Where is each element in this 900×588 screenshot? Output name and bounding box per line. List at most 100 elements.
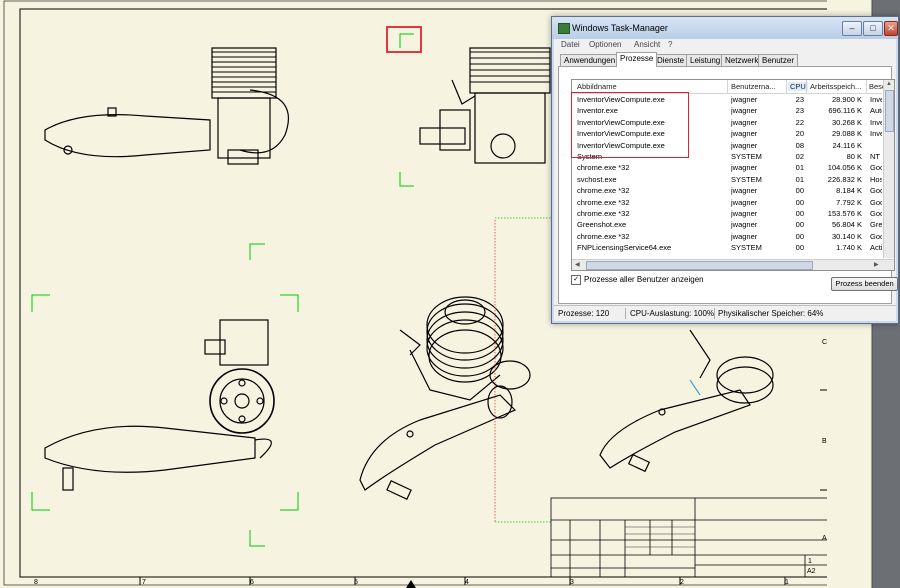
horizontal-scroll-thumb[interactable] xyxy=(586,261,813,270)
task-manager-app-icon xyxy=(558,23,570,34)
process-memory: 1.740 K xyxy=(836,243,862,253)
process-description: Goo xyxy=(870,186,882,196)
process-image-name: chrome.exe *32 xyxy=(577,163,630,173)
vertical-scrollbar[interactable]: ▲ xyxy=(883,80,894,258)
process-user: jwagner xyxy=(731,231,758,241)
process-memory: 8.184 K xyxy=(836,186,862,196)
horizontal-scrollbar[interactable]: ◀ ▶ xyxy=(572,259,894,270)
process-description: Goo xyxy=(870,197,882,207)
col-label: 4 xyxy=(465,579,469,586)
process-user: SYSTEM xyxy=(731,243,762,253)
column-image-name[interactable]: Abbildname xyxy=(577,82,617,91)
process-image-name: chrome.exe *32 xyxy=(577,231,630,241)
column-user-name[interactable]: Benutzerna... xyxy=(731,82,776,91)
col-label: 6 xyxy=(250,579,254,586)
column-working-set[interactable]: Arbeitsspeich... xyxy=(810,82,861,91)
process-cpu: 08 xyxy=(795,140,804,150)
process-user: jwagner xyxy=(731,95,758,104)
col-label: 1 xyxy=(785,579,789,586)
process-cpu: 00 xyxy=(795,220,804,230)
process-memory: 696.116 K xyxy=(828,106,862,116)
process-description: Inve xyxy=(870,129,882,139)
process-row[interactable]: FNPLicensingService64.exe SYSTEM 00 1.740 K… xyxy=(572,242,882,253)
col-label: 7 xyxy=(142,579,146,586)
end-process-button[interactable]: Prozess beenden xyxy=(831,277,898,291)
title-block-sheet-size: A2 xyxy=(807,568,816,575)
menu-help[interactable]: ? xyxy=(668,40,672,49)
process-image-name: svchost.exe xyxy=(577,174,617,184)
col-label: 5 xyxy=(354,579,358,586)
process-row[interactable]: svchost.exe SYSTEM 01 226.832 K Hos xyxy=(572,174,882,185)
title-block-sheet-number: 1 xyxy=(808,558,812,565)
process-cpu: 00 xyxy=(795,186,804,196)
process-cpu: 00 xyxy=(795,231,804,241)
process-row[interactable]: chrome.exe *32 jwagner 00 7.792 K Goo xyxy=(572,197,882,208)
status-bar: Prozesse: 120 CPU-Auslastung: 100% Physi… xyxy=(554,305,896,321)
status-process-count: Prozesse: 120 xyxy=(558,309,610,318)
process-row[interactable]: chrome.exe *32 jwagner 00 153.576 K Goo xyxy=(572,208,882,219)
process-image-name: Greenshot.exe xyxy=(577,220,627,230)
process-description: Acti xyxy=(870,243,882,253)
menu-file[interactable]: Datei xyxy=(561,40,580,49)
maximize-icon[interactable]: □ xyxy=(863,21,883,36)
process-user: jwagner xyxy=(731,186,758,196)
minimize-icon[interactable]: – xyxy=(842,21,862,36)
scroll-left-icon[interactable]: ◀ xyxy=(575,261,580,268)
process-memory: 30.140 K xyxy=(831,231,862,241)
status-cpu-usage: CPU-Auslastung: 100% xyxy=(630,309,715,318)
title-bar[interactable]: Windows Task-Manager – □ ✕ xyxy=(552,17,898,39)
process-description: Goo xyxy=(870,231,882,241)
process-user: jwagner xyxy=(731,163,758,173)
vertical-scroll-thumb[interactable] xyxy=(885,90,894,132)
scroll-up-icon[interactable]: ▲ xyxy=(886,81,892,87)
process-description: Auto xyxy=(870,106,882,116)
window-title: Windows Task-Manager xyxy=(572,23,668,33)
process-cpu: 00 xyxy=(795,209,804,218)
process-memory: 28.900 K xyxy=(831,95,862,104)
process-memory: 153.576 K xyxy=(827,209,862,218)
process-description: Inve xyxy=(870,95,882,104)
process-memory: 24.116 K xyxy=(832,140,862,150)
process-memory: 7.792 K xyxy=(836,197,862,207)
column-cpu[interactable]: CPU xyxy=(788,82,808,91)
process-description: Hos xyxy=(870,174,882,184)
process-cpu: 20 xyxy=(795,129,804,139)
tab-processes[interactable]: Prozesse xyxy=(616,52,658,67)
process-memory: 104.056 K xyxy=(827,163,862,173)
process-user: jwagner xyxy=(731,197,758,207)
process-row[interactable]: chrome.exe *32 jwagner 00 8.184 K Goo xyxy=(572,185,882,196)
process-user: jwagner xyxy=(731,106,758,116)
task-manager-body: Anwendungen Prozesse Dienste Leistung Ne… xyxy=(554,51,898,305)
process-image-name: chrome.exe *32 xyxy=(577,197,630,207)
process-highlight-box xyxy=(571,92,689,158)
close-icon[interactable]: ✕ xyxy=(884,21,898,36)
process-memory: 56.804 K xyxy=(831,220,862,230)
process-user: jwagner xyxy=(731,140,758,150)
menu-options[interactable]: Optionen xyxy=(589,40,621,49)
process-row[interactable]: chrome.exe *32 jwagner 00 30.140 K Goo xyxy=(572,231,882,242)
process-description: Inve xyxy=(870,117,882,127)
process-row[interactable]: Greenshot.exe jwagner 00 56.804 K Gree xyxy=(572,219,882,230)
process-cpu: 00 xyxy=(795,197,804,207)
process-row[interactable]: chrome.exe *32 jwagner 01 104.056 K Goo xyxy=(572,162,882,173)
menu-view[interactable]: Ansicht xyxy=(634,40,660,49)
process-memory: 30.268 K xyxy=(831,117,862,127)
process-user: jwagner xyxy=(731,209,758,218)
process-description: Gree xyxy=(870,220,882,230)
process-description: NT K xyxy=(870,152,882,161)
process-cpu: 22 xyxy=(795,117,804,127)
scroll-right-icon[interactable]: ▶ xyxy=(874,261,879,268)
process-user: SYSTEM xyxy=(731,152,762,161)
col-label: 3 xyxy=(570,579,574,586)
show-all-users-checkbox[interactable]: ✓ xyxy=(571,275,581,285)
process-user: jwagner xyxy=(731,117,758,127)
col-label: 8 xyxy=(34,579,38,586)
process-cpu: 23 xyxy=(795,106,804,116)
task-manager-window[interactable]: Windows Task-Manager – □ ✕ Datei Optione… xyxy=(551,16,899,324)
process-user: jwagner xyxy=(731,129,758,139)
process-cpu: 01 xyxy=(795,163,804,173)
process-cpu: 01 xyxy=(795,174,804,184)
process-image-name: chrome.exe *32 xyxy=(577,186,630,196)
process-cpu: 00 xyxy=(795,243,804,253)
process-image-name: FNPLicensingService64.exe xyxy=(577,243,672,253)
